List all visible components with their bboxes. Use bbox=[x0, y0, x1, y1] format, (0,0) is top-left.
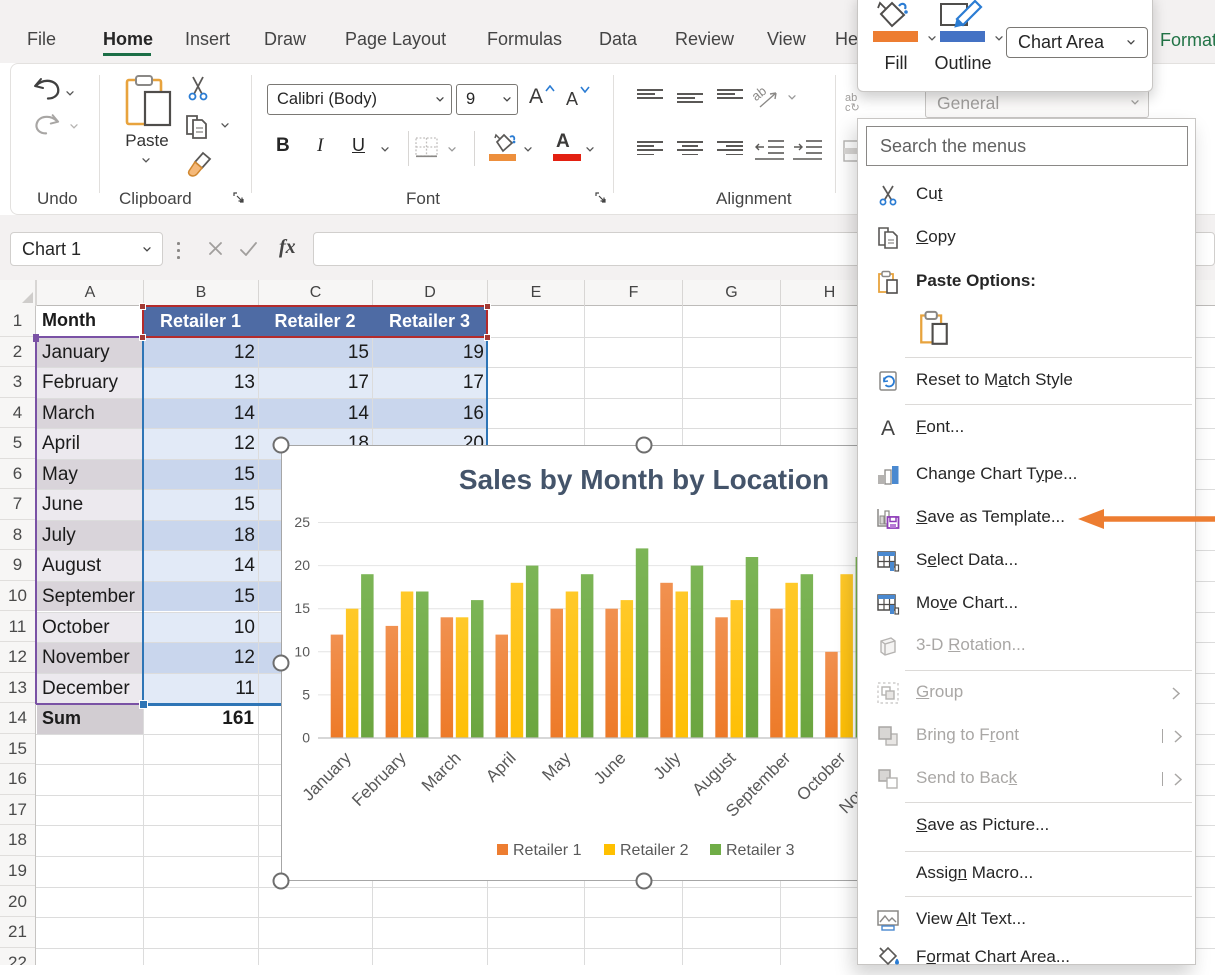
svg-text:A: A bbox=[881, 417, 895, 440]
svg-text:Retailer 3: Retailer 3 bbox=[726, 842, 795, 859]
svg-text:20: 20 bbox=[294, 557, 310, 573]
svg-text:Retailer 1: Retailer 1 bbox=[513, 842, 582, 859]
svg-text:15: 15 bbox=[294, 600, 310, 616]
svg-text:5: 5 bbox=[302, 686, 310, 702]
svg-text:10: 10 bbox=[294, 643, 310, 659]
svg-text:0: 0 bbox=[302, 730, 310, 746]
svg-text:Sales by Month by Location: Sales by Month by Location bbox=[459, 464, 829, 495]
svg-text:Retailer 2: Retailer 2 bbox=[620, 842, 689, 859]
svg-text:25: 25 bbox=[294, 514, 310, 530]
